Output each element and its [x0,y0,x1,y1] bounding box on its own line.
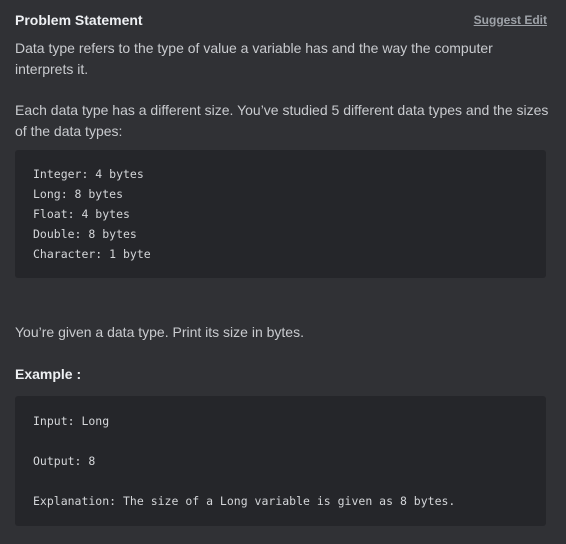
example-input-line: Input: Long [33,414,110,428]
example-heading: Example : [15,366,82,382]
code-line-character: Character: 1 byte [33,247,151,261]
task-paragraph: You’re given a data type. Print its size… [15,324,304,340]
code-line-long: Long: 8 bytes [33,187,124,201]
code-line-integer: Integer: 4 bytes [33,167,144,181]
suggest-edit-link[interactable]: Suggest Edit [474,13,547,27]
example-code-block: Input: Long Output: 8 Explanation: The s… [15,396,546,526]
description-paragraph-2: Each data type has a different size. You… [15,102,549,139]
description-paragraph-1: Data type refers to the type of value a … [15,40,493,77]
code-line-double: Double: 8 bytes [33,227,137,241]
problem-header: Problem Statement Suggest Edit [15,10,547,30]
code-line-float: Float: 4 bytes [33,207,130,221]
data-type-sizes-code-block: Integer: 4 bytes Long: 8 bytes Float: 4 … [15,150,546,278]
example-output-line: Output: 8 [33,454,96,468]
problem-title: Problem Statement [15,12,143,28]
example-explanation-line: Explanation: The size of a Long variable… [33,494,456,508]
